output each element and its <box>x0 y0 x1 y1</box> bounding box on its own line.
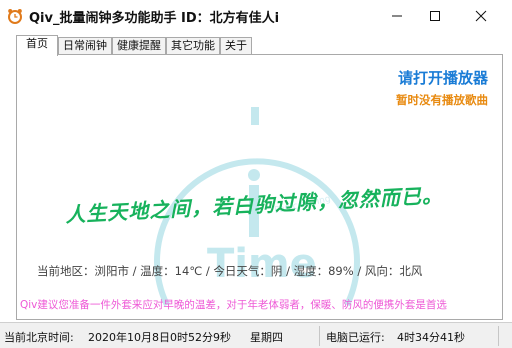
status-bar: 当前北京时间: 2020年10月8日0时52分9秒 星期四 电脑已运行: 4时3… <box>0 322 512 348</box>
window-title: Qiv_批量闹钟多功能助手 ID：北方有佳人i <box>29 11 280 26</box>
home-panel: Time Panic buying 请打开播放器 暂时没有播放歌曲 人生天地之间… <box>16 54 503 320</box>
uptime-label: 电脑已运行: <box>326 331 385 344</box>
minimize-icon <box>392 15 402 17</box>
current-datetime: 2020年10月8日0时52分9秒 <box>88 331 231 344</box>
tab-health-reminder[interactable]: 健康提醒 <box>112 37 166 55</box>
maximize-button[interactable] <box>412 0 458 32</box>
tab-other-functions[interactable]: 其它功能 <box>166 37 220 55</box>
alarm-clock-icon <box>8 9 22 24</box>
close-button[interactable] <box>458 0 504 32</box>
tab-about[interactable]: 关于 <box>220 37 252 55</box>
weekday: 星期四 <box>250 331 283 344</box>
clothing-advice: Qiv建议您准备一件外套来应对早晚的温差，对于年老体弱者，保暖、防风的便携外套是… <box>20 299 447 311</box>
tab-daily-alarm[interactable]: 日常闹钟 <box>58 37 112 55</box>
status-separator <box>498 326 499 346</box>
now-playing-status: 暂时没有播放歌曲 <box>396 93 488 107</box>
title-bar[interactable]: Qiv_批量闹钟多功能助手 ID：北方有佳人i <box>0 0 512 32</box>
status-separator <box>319 326 320 346</box>
maximize-icon <box>430 11 440 21</box>
uptime-value: 4时34分41秒 <box>397 331 465 344</box>
tab-strip: 首页 日常闹钟 健康提醒 其它功能 关于 <box>16 35 252 56</box>
time-label: 当前北京时间: <box>4 331 74 344</box>
close-icon <box>475 10 487 22</box>
weather-info: 当前地区：浏阳市 / 温度：14℃ / 今日天气：阴 / 湿度：89% / 风向… <box>37 264 423 278</box>
open-player-link[interactable]: 请打开播放器 <box>398 67 488 88</box>
tab-home[interactable]: 首页 <box>16 35 58 56</box>
